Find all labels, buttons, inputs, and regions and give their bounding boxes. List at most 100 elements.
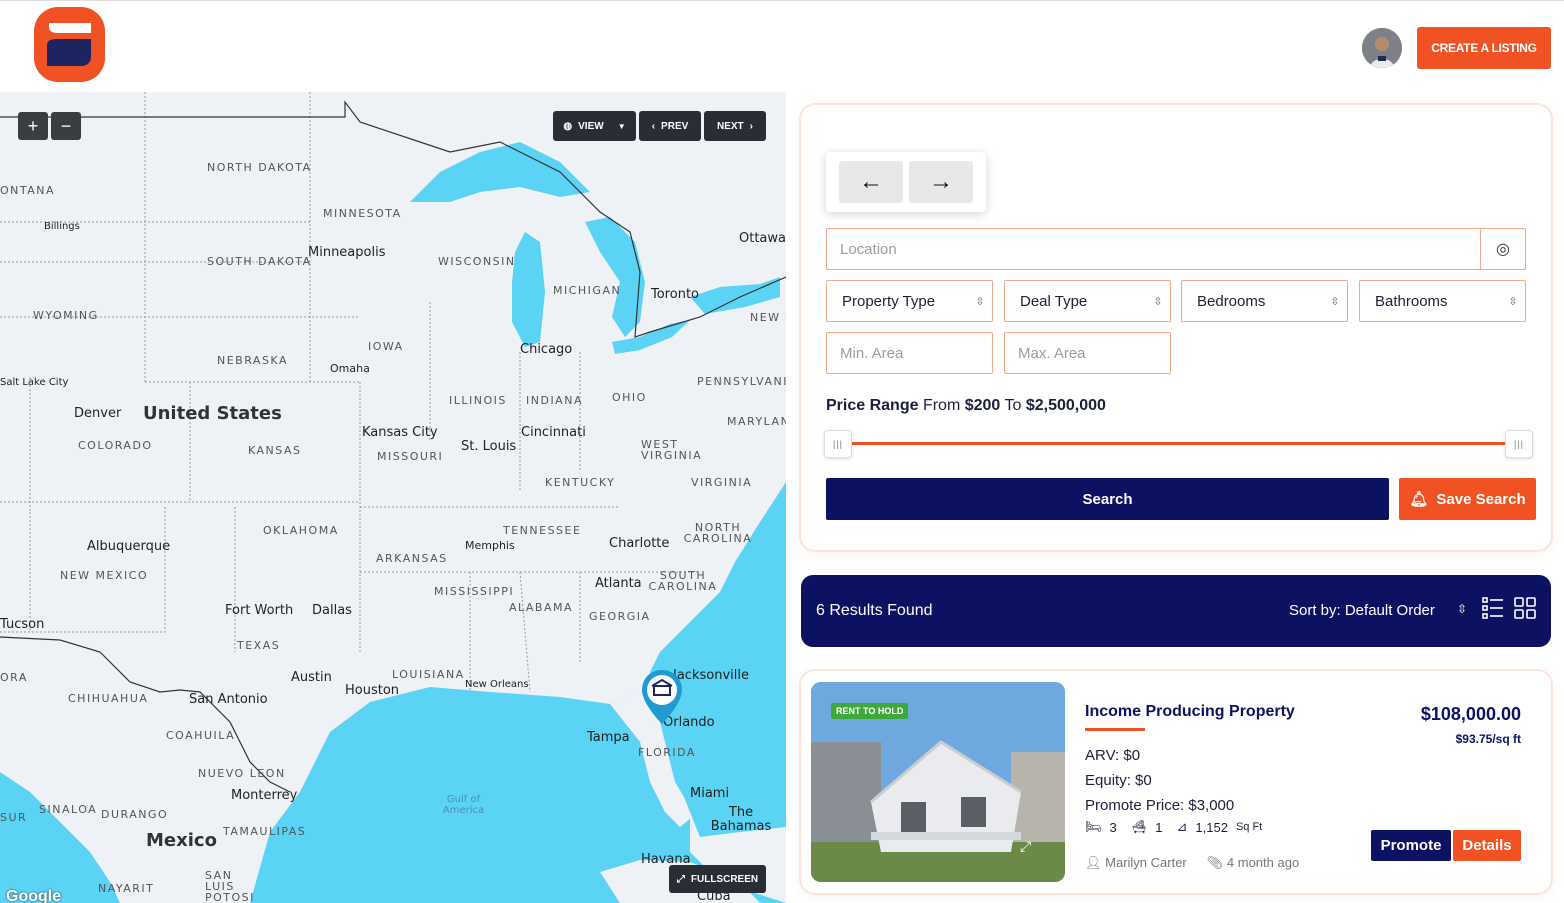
price-slider-track[interactable] [838, 442, 1518, 445]
search-button[interactable]: Search [826, 478, 1389, 520]
min-area-input[interactable]: Min. Area [826, 332, 993, 374]
save-search-label: Save Search [1436, 490, 1526, 508]
map-label: VIRGINIA [691, 476, 753, 489]
listing-equity: Equity: $0 [1085, 772, 1152, 789]
price-min-value: $200 [964, 397, 1001, 414]
map-city-label: Billings [44, 221, 80, 232]
map-city-label: St. Louis [461, 439, 517, 454]
results-count: 6 Results Found [816, 602, 933, 619]
map-view[interactable]: NORTH DAKOTA ONTANA MINNESOTA SOUTH DAKO… [0, 92, 786, 903]
chevron-right-icon: › [749, 120, 753, 132]
caret-down-icon: ▼ [617, 121, 626, 131]
user-icon: 👤︎ [1085, 855, 1102, 870]
bathrooms-select[interactable]: Bathrooms ⇳ [1359, 280, 1526, 322]
arrow-left-button[interactable]: ← [839, 161, 903, 203]
map-label: WYOMING [33, 309, 99, 322]
details-button[interactable]: Details [1453, 830, 1521, 861]
map-prev-button[interactable]: ‹ PREV [639, 111, 701, 141]
map-label: ONTANA [0, 184, 56, 197]
price-slider-min-handle[interactable]: ||| [824, 430, 852, 458]
map-label: SOUTH CAROLINA [648, 569, 718, 593]
results-bar: 6 Results Found Sort by: Default Order ⇳ [801, 575, 1551, 647]
map-label: SUR [0, 811, 28, 824]
map-label: ARKANSAS [376, 552, 448, 565]
user-avatar[interactable] [1362, 28, 1402, 68]
map-next-button[interactable]: NEXT › [704, 111, 766, 141]
map-label: PENNSYLVANIA [697, 375, 786, 388]
site-logo[interactable] [33, 6, 106, 83]
globe-icon: ◍ [563, 120, 573, 132]
sort-select[interactable]: Sort by: Default Order [1289, 602, 1435, 619]
bedrooms-select[interactable]: Bedrooms ⇳ [1181, 280, 1348, 322]
price-slider-max-handle[interactable]: ||| [1505, 430, 1533, 458]
map-label: ORA [0, 671, 28, 684]
map-city-label: Monterrey [231, 788, 298, 803]
chevron-left-icon: ‹ [651, 120, 656, 132]
map-city-label: Kansas City [362, 425, 438, 440]
map-label: MISSOURI [377, 450, 444, 463]
map-label: COAHUILA [166, 729, 236, 742]
map-label: INDIANA [526, 394, 583, 407]
map-label: ALABAMA [509, 601, 574, 614]
baths-count: 1 [1155, 819, 1163, 835]
date-meta: 📎︎ 4 month ago [1207, 855, 1299, 871]
promote-button[interactable]: Promote [1371, 830, 1451, 861]
map-view-button[interactable]: ◍ VIEW ▼ [553, 111, 636, 141]
area-value: 1,152 [1195, 819, 1228, 835]
map-label: CHIHUAHUA [68, 692, 149, 705]
map-city-label: Ottawa [739, 231, 786, 246]
map-city-label: Jacksonville [673, 668, 749, 683]
map-label: NORTH DAKOTA [207, 161, 312, 174]
listing-badge: RENT TO HOLD [831, 703, 909, 719]
map-label: MICHIGAN [553, 284, 622, 297]
map-label: TENNESSEE [503, 524, 582, 537]
listing-title[interactable]: Income Producing Property [1085, 703, 1295, 721]
property-marker-icon[interactable] [640, 668, 684, 726]
listing-specs: 🛏︎ 3 🛁︎ 1 ⊿ 1,152 Sq Ft [1085, 819, 1262, 835]
location-input[interactable]: Location ◎ [826, 228, 1526, 270]
map-label: NEW Y [750, 311, 786, 324]
map-label: OKLAHOMA [263, 524, 339, 537]
map-city-label: Salt Lake City [0, 377, 69, 388]
updown-chevron-icon: ⇳ [1330, 295, 1340, 308]
map-city-label: New Orleans [465, 679, 529, 690]
fullscreen-label: FULLSCREEN [690, 873, 759, 885]
updown-chevron-icon[interactable]: ⇳ [1457, 602, 1467, 616]
map-label: LOUISIANA [392, 668, 465, 681]
fullscreen-button[interactable]: ⤢ FULLSCREEN [669, 865, 766, 893]
zoom-in-button[interactable]: + [18, 112, 48, 140]
title-underline [1085, 728, 1145, 731]
locate-icon[interactable]: ◎ [1480, 229, 1525, 269]
grid-view-icon[interactable] [1514, 596, 1536, 620]
save-search-button[interactable]: 🔔︎ Save Search [1399, 478, 1536, 520]
expand-photo-icon[interactable]: ⤢ [1020, 838, 1042, 860]
area-unit: Sq Ft [1235, 821, 1263, 833]
map-label: KANSAS [248, 444, 302, 457]
top-header: CREATE A LISTING [0, 0, 1564, 92]
baths-spec: 🛁︎ 1 [1131, 819, 1163, 835]
zoom-out-button[interactable]: − [51, 112, 81, 140]
map-label: MINNESOTA [323, 207, 402, 220]
paperclip-icon: 📎︎ [1206, 855, 1224, 870]
create-listing-button[interactable]: CREATE A LISTING [1417, 27, 1551, 69]
map-label: IOWA [368, 340, 404, 353]
listing-price: $108,000.00 [1420, 704, 1521, 724]
deal-type-select[interactable]: Deal Type ⇳ [1004, 280, 1171, 322]
map-city-label: Charlotte [609, 536, 670, 551]
map-label: TAMAULIPAS [223, 825, 307, 838]
map-city-label: Dallas [312, 603, 352, 618]
map-label: NORTH CAROLINA [683, 521, 753, 545]
arrow-right-button[interactable]: → [909, 161, 973, 203]
map-city-label: Atlanta [595, 576, 642, 591]
prev-label: PREV [661, 120, 689, 132]
property-type-select[interactable]: Property Type ⇳ [826, 280, 993, 322]
max-area-input[interactable]: Max. Area [1004, 332, 1171, 374]
agent-name[interactable]: Marilyn Carter [1105, 855, 1187, 870]
deal-type-label: Deal Type [1020, 292, 1088, 310]
map-city-label: Toronto [651, 287, 699, 302]
map-label: COLORADO [78, 439, 153, 452]
list-view-icon[interactable] [1482, 596, 1504, 620]
agent-meta: 👤︎ Marilyn Carter [1085, 855, 1187, 871]
map-label: SINALOA [39, 803, 98, 816]
map-city-label: Austin [291, 670, 332, 685]
